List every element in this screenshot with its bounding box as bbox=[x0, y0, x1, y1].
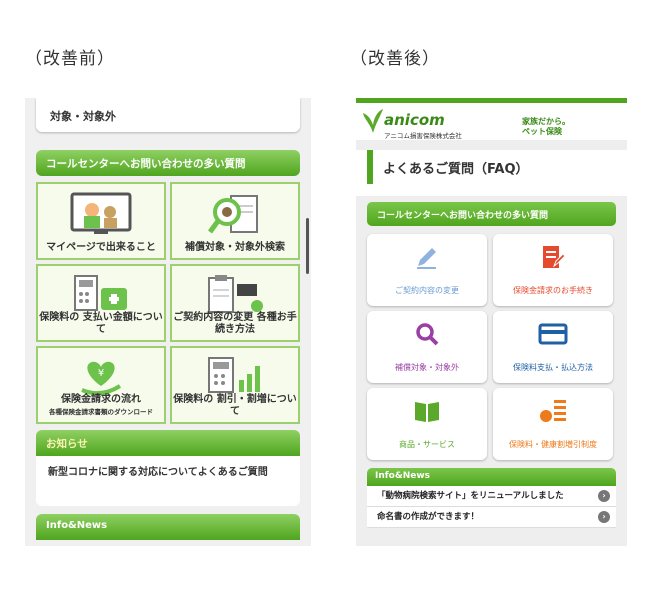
tile-label: ご契約内容の変更 各種お手続き方法 bbox=[173, 312, 297, 335]
tile-label: 保険料支払・払込方法 bbox=[513, 363, 593, 372]
page-title-area: よくあるご質問（FAQ） bbox=[356, 150, 627, 196]
scrollbar[interactable] bbox=[306, 218, 309, 274]
info-news-header: Info&News bbox=[367, 468, 616, 486]
tile-label: 保険料の 割引・割増について bbox=[173, 394, 297, 417]
section-header: コールセンターへお問い合わせの多い質問 bbox=[36, 150, 300, 176]
tagline: 家族だから。 ペット保険 bbox=[522, 117, 570, 136]
yen-hand-icon: ¥ bbox=[81, 361, 122, 396]
calculator-chart-icon bbox=[208, 357, 260, 393]
faq-grid: マイページで出来ること 補償対象・対象外検索 保険料の 支払い金額について ご契… bbox=[36, 182, 300, 424]
dog-search-icon bbox=[207, 195, 258, 234]
info-news-header: Info&News bbox=[36, 514, 300, 540]
tile-label: 商品・サービス bbox=[399, 440, 455, 449]
faq-tile-payment-amount[interactable]: 保険料の 支払い金額について bbox=[36, 264, 166, 342]
tile-label: ご契約内容の変更 bbox=[395, 286, 459, 295]
caption-before: （改善前） bbox=[25, 49, 115, 69]
magnifier-icon bbox=[416, 323, 439, 346]
after-screen: anicom アニコム損害保険株式会社 家族だから。 ペット保険 よくあるご質問… bbox=[356, 98, 627, 546]
faq-tile-coverage-search[interactable]: 補償対象・対象外検索 bbox=[170, 182, 300, 260]
bars-circle-icon bbox=[540, 400, 566, 422]
calculator-wallet-icon bbox=[74, 275, 127, 311]
logo-text[interactable]: anicom bbox=[384, 111, 445, 129]
svg-text:¥: ¥ bbox=[98, 368, 104, 379]
tile-label: マイページで出来ること bbox=[46, 242, 156, 253]
section-header: コールセンターへお問い合わせの多い質問 bbox=[367, 202, 616, 226]
faq-tile-contract-change[interactable]: ご契約内容の変更 bbox=[367, 234, 487, 306]
chevron-right-icon: › bbox=[598, 490, 610, 502]
clipboard-dog-icon bbox=[208, 275, 263, 313]
list-item[interactable]: 対象・対象外 bbox=[36, 98, 300, 132]
faq-tile-mypage[interactable]: マイページで出来ること bbox=[36, 182, 166, 260]
faq-tile-products[interactable]: 商品・サービス bbox=[367, 388, 487, 460]
faq-tile-claim-flow[interactable]: ¥ 保険金請求の流れ 各種保険金請求書類のダウンロード bbox=[36, 346, 166, 424]
pencil-icon bbox=[417, 248, 436, 269]
site-header: anicom アニコム損害保険株式会社 家族だから。 ペット保険 bbox=[356, 98, 627, 140]
notice-link[interactable]: 新型コロナに関する対応についてよくあるご質問 bbox=[36, 456, 300, 506]
logo-icon bbox=[363, 109, 383, 133]
tile-label: 保険料の 支払い金額について bbox=[39, 312, 163, 335]
caption-after: （改善後） bbox=[350, 49, 440, 69]
tile-label: 保険金請求のお手続き bbox=[513, 286, 593, 295]
document-edit-icon bbox=[543, 246, 566, 268]
credit-card-icon bbox=[538, 323, 568, 345]
chevron-right-icon: › bbox=[598, 511, 610, 523]
tile-label: 補償対象・対象外 bbox=[395, 363, 459, 372]
faq-tile-health-discount[interactable]: 保険料・健康割増引制度 bbox=[493, 388, 613, 460]
page-title: よくあるご質問（FAQ） bbox=[367, 150, 616, 184]
before-screen: 対象・対象外 コールセンターへお問い合わせの多い質問 マイページで出来ること 補… bbox=[25, 98, 311, 546]
faq-tile-discount[interactable]: 保険料の 割引・割増について bbox=[170, 346, 300, 424]
tile-sublabel: 各種保険金請求書類のダウンロード bbox=[49, 408, 153, 416]
faq-tile-claim[interactable]: 保険金請求のお手続き bbox=[493, 234, 613, 306]
faq-tile-contract-change[interactable]: ご契約内容の変更 各種お手続き方法 bbox=[170, 264, 300, 342]
tile-label: 補償対象・対象外検索 bbox=[185, 242, 285, 253]
notice-header: お知らせ bbox=[36, 430, 300, 456]
faq-tile-payment[interactable]: 保険料支払・払込方法 bbox=[493, 311, 613, 383]
mypage-icon bbox=[70, 192, 132, 234]
faq-tile-coverage[interactable]: 補償対象・対象外 bbox=[367, 311, 487, 383]
book-icon bbox=[415, 402, 439, 422]
logo-company: アニコム損害保険株式会社 bbox=[384, 132, 462, 140]
tile-label: 保険料・健康割増引制度 bbox=[509, 440, 597, 449]
tile-label: 保険金請求の流れ 各種保険金請求書類のダウンロード bbox=[38, 394, 164, 418]
news-item[interactable]: 「動物病院検索サイト」をリニューアルしました › bbox=[367, 486, 616, 507]
news-item[interactable]: 命名書の作成ができます！ › bbox=[367, 507, 616, 528]
faq-grid: ご契約内容の変更 保険金請求のお手続き 補償対象・対象外 保険料支払・払込方法 bbox=[367, 234, 616, 460]
